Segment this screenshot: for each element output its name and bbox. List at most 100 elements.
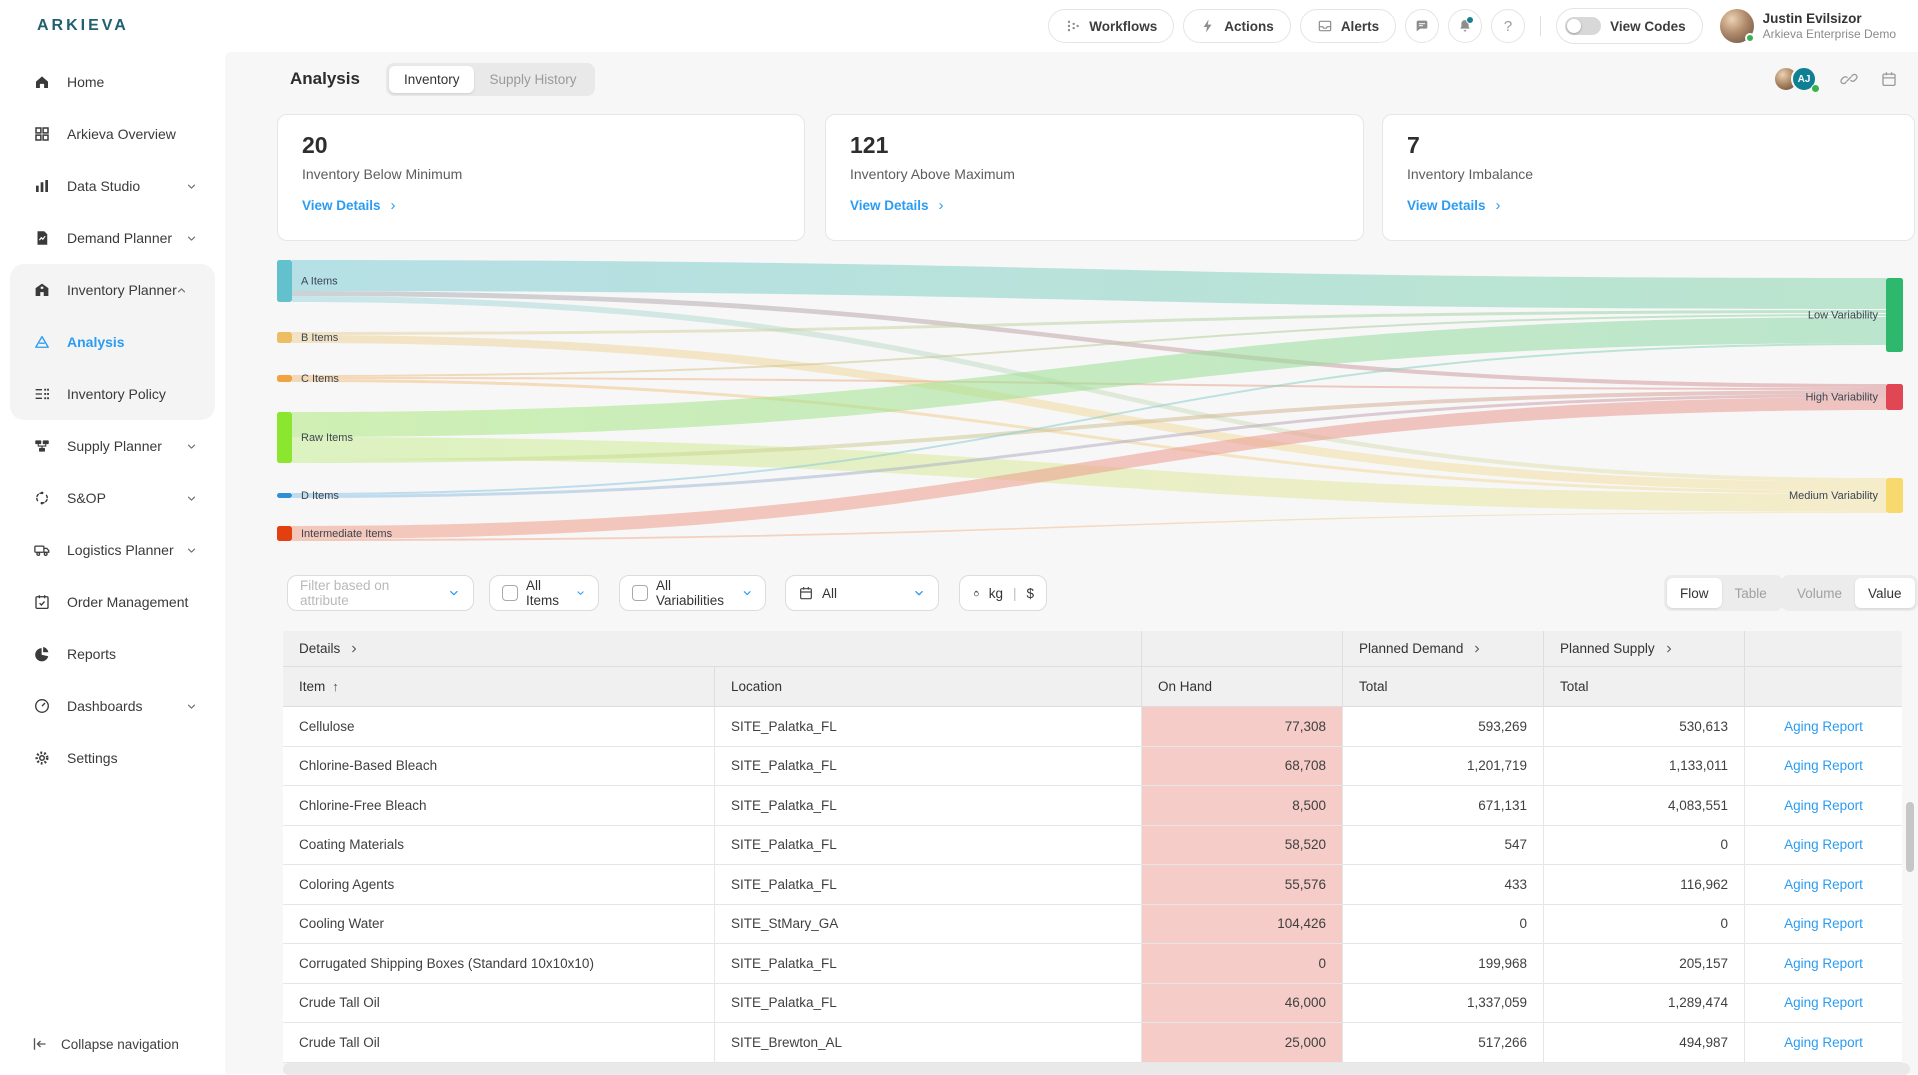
vertical-scrollbar-thumb[interactable]: [1906, 802, 1914, 872]
variabilities-filter-label: All Variabilities: [656, 578, 733, 608]
notifications-button[interactable]: [1448, 9, 1482, 43]
sankey-node-b-items[interactable]: [277, 332, 292, 343]
cell-on-hand: 104,426: [1142, 905, 1343, 945]
chat-button[interactable]: [1405, 9, 1439, 43]
chat-icon: [1414, 18, 1430, 34]
table-row: Crude Tall OilSITE_Palatka_FL46,0001,337…: [283, 984, 1902, 1024]
volume-toggle[interactable]: Volume: [1784, 578, 1855, 608]
sidebar-item-s-op[interactable]: S&OP: [0, 472, 225, 524]
cell-planned-supply-total: 494,987: [1544, 1023, 1745, 1063]
sidebar-item-label: Inventory Planner: [67, 282, 177, 298]
horizontal-scrollbar-track[interactable]: [283, 1063, 1910, 1075]
alerts-button[interactable]: Alerts: [1300, 9, 1396, 43]
cell-location: SITE_Brewton_AL: [715, 1023, 1142, 1063]
unit-currency-label: $: [1026, 586, 1034, 601]
main-content: Analysis Inventory Supply History AJ 20 …: [225, 52, 1918, 1074]
column-header-supply-total[interactable]: Total: [1544, 667, 1745, 707]
aging-report-link[interactable]: Aging Report: [1784, 877, 1863, 892]
table-row: Coating MaterialsSITE_Palatka_FL58,52054…: [283, 826, 1902, 866]
table-row: CelluloseSITE_Palatka_FL77,308593,269530…: [283, 707, 1902, 747]
aging-report-link[interactable]: Aging Report: [1784, 798, 1863, 813]
sankey-node-raw-items[interactable]: [277, 412, 292, 463]
sankey-node-d-items[interactable]: [277, 493, 292, 498]
aging-report-link[interactable]: Aging Report: [1784, 956, 1863, 971]
cell-aging-report: Aging Report: [1745, 905, 1902, 945]
view-details-link[interactable]: View Details›: [302, 197, 780, 214]
date-filter-dropdown[interactable]: All: [785, 575, 939, 611]
sankey-node-high-variability[interactable]: [1886, 384, 1903, 410]
attribute-filter-dropdown[interactable]: Filter based on attribute: [287, 575, 474, 611]
sankey-node-low-variability[interactable]: [1886, 278, 1903, 352]
sankey-node-c-items[interactable]: [277, 375, 292, 382]
group-header-details[interactable]: Details: [283, 631, 1142, 667]
column-header-item[interactable]: Item ↑: [283, 667, 715, 707]
cell-planned-demand-total: 433: [1343, 865, 1544, 905]
share-link-icon[interactable]: [1840, 70, 1858, 88]
sidebar-item-demand-planner[interactable]: Demand Planner: [0, 212, 225, 264]
sidebar-item-inventory-planner[interactable]: Inventory Planner: [10, 264, 215, 316]
sort-ascending-icon: ↑: [332, 679, 339, 694]
collapse-navigation-button[interactable]: Collapse navigation: [0, 1022, 225, 1066]
aging-report-link[interactable]: Aging Report: [1784, 995, 1863, 1010]
aging-report-link[interactable]: Aging Report: [1784, 1035, 1863, 1050]
view-codes-toggle[interactable]: View Codes: [1556, 8, 1703, 44]
aging-report-link[interactable]: Aging Report: [1784, 916, 1863, 931]
sankey-label-b-items: B Items: [301, 332, 339, 344]
column-header-demand-total[interactable]: Total: [1343, 667, 1544, 707]
unit-toggle[interactable]: kg | $: [959, 575, 1047, 611]
view-details-link[interactable]: View Details›: [1407, 197, 1890, 214]
sankey-node-intermediate-items[interactable]: [277, 526, 292, 541]
variabilities-filter-dropdown[interactable]: All Variabilities: [619, 575, 766, 611]
sidebar-item-dashboards[interactable]: Dashboards: [0, 680, 225, 732]
logistics-icon: [33, 541, 51, 559]
column-header-on-hand[interactable]: On Hand: [1142, 667, 1343, 707]
kpi-value: 20: [302, 132, 780, 159]
workflows-button[interactable]: Workflows: [1048, 9, 1174, 43]
aging-report-link[interactable]: Aging Report: [1784, 837, 1863, 852]
cell-planned-supply-total: 116,962: [1544, 865, 1745, 905]
app-header: ARKIEVA Workflows Actions Alerts ? View …: [0, 0, 1918, 52]
aging-report-link[interactable]: Aging Report: [1784, 719, 1863, 734]
sidebar-item-logistics-planner[interactable]: Logistics Planner: [0, 524, 225, 576]
actions-button[interactable]: Actions: [1183, 9, 1291, 43]
calendar-icon[interactable]: [1880, 70, 1898, 88]
tab-inventory[interactable]: Inventory: [389, 66, 475, 93]
dashboards-icon: [33, 697, 51, 715]
sidebar-item-data-studio[interactable]: Data Studio: [0, 160, 225, 212]
sankey-label-intermediate-items: Intermediate Items: [301, 528, 393, 540]
help-button[interactable]: ?: [1491, 9, 1525, 43]
collaborator-avatars[interactable]: AJ: [1773, 66, 1818, 92]
kpi-label: Inventory Below Minimum: [302, 166, 780, 182]
sidebar-item-home[interactable]: Home: [0, 56, 225, 108]
sankey-node-medium-variability[interactable]: [1886, 478, 1903, 513]
aging-report-link[interactable]: Aging Report: [1784, 758, 1863, 773]
tab-supply-history[interactable]: Supply History: [474, 66, 591, 93]
items-checkbox[interactable]: [502, 585, 518, 601]
sidebar-item-order-management[interactable]: Order Management: [0, 576, 225, 628]
table-toggle[interactable]: Table: [1722, 578, 1780, 608]
variabilities-checkbox[interactable]: [632, 585, 648, 601]
sidebar-item-settings[interactable]: Settings: [0, 732, 225, 784]
value-toggle[interactable]: Value: [1855, 578, 1915, 608]
user-menu[interactable]: Justin Evilsizor Arkieva Enterprise Demo: [1720, 9, 1896, 43]
sankey-link[interactable]: [292, 260, 1886, 309]
order-management-icon: [33, 593, 51, 611]
column-header-location[interactable]: Location: [715, 667, 1142, 707]
chevron-down-icon: [741, 586, 753, 600]
sidebar-item-analysis[interactable]: Analysis: [10, 316, 215, 368]
cell-aging-report: Aging Report: [1745, 786, 1902, 826]
view-details-link[interactable]: View Details›: [850, 197, 1339, 214]
sidebar-item-reports[interactable]: Reports: [0, 628, 225, 680]
sidebar-item-supply-planner[interactable]: Supply Planner: [0, 420, 225, 472]
group-header-spacer: [1745, 631, 1902, 667]
sidebar-item-arkieva-overview[interactable]: Arkieva Overview: [0, 108, 225, 160]
group-header-planned-demand[interactable]: Planned Demand: [1343, 631, 1544, 667]
sidebar-item-label: Dashboards: [67, 698, 143, 714]
sankey-node-a-items[interactable]: [277, 260, 292, 302]
chevron-down-icon: [185, 544, 198, 557]
items-filter-dropdown[interactable]: All Items: [489, 575, 599, 611]
group-header-planned-supply[interactable]: Planned Supply: [1544, 631, 1745, 667]
kpi-value: 121: [850, 132, 1339, 159]
flow-toggle[interactable]: Flow: [1667, 578, 1722, 608]
sidebar-item-inventory-policy[interactable]: Inventory Policy: [10, 368, 215, 420]
